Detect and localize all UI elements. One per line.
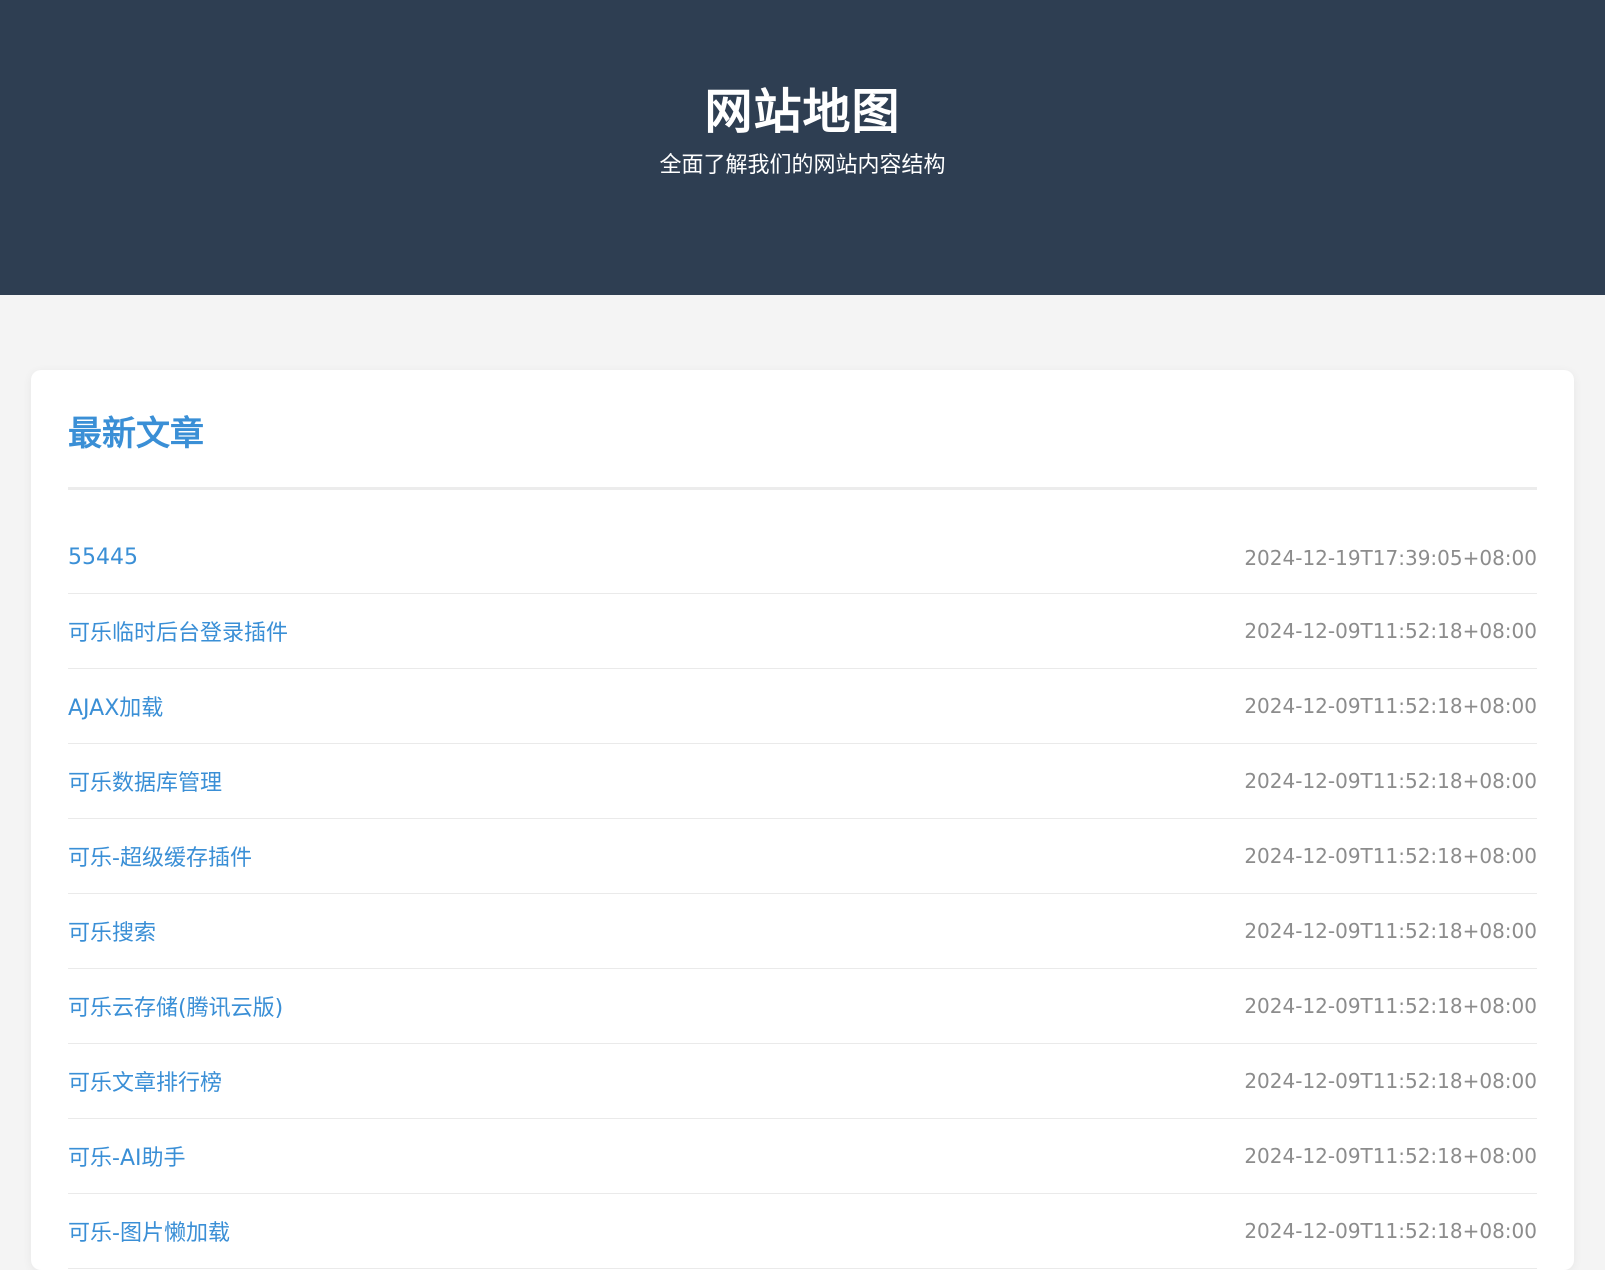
article-list: 55445 2024-12-19T17:39:05+08:00 可乐临时后台登录…: [68, 522, 1537, 1269]
article-link[interactable]: 可乐-AI助手: [68, 1140, 185, 1172]
article-link[interactable]: 可乐文章排行榜: [68, 1065, 222, 1097]
article-link[interactable]: 可乐搜索: [68, 915, 156, 947]
article-date: 2024-12-09T11:52:18+08:00: [1244, 994, 1537, 1018]
article-link[interactable]: 可乐数据库管理: [68, 765, 222, 797]
article-link[interactable]: AJAX加载: [68, 690, 163, 722]
article-link[interactable]: 55445: [68, 545, 138, 570]
article-date: 2024-12-09T11:52:18+08:00: [1244, 694, 1537, 718]
section-divider: [68, 487, 1537, 490]
article-date: 2024-12-09T11:52:18+08:00: [1244, 844, 1537, 868]
list-item: 可乐搜索 2024-12-09T11:52:18+08:00: [68, 894, 1537, 969]
article-link[interactable]: 可乐临时后台登录插件: [68, 615, 288, 647]
list-item: 55445 2024-12-19T17:39:05+08:00: [68, 522, 1537, 594]
article-date: 2024-12-09T11:52:18+08:00: [1244, 619, 1537, 643]
page-title: 网站地图: [704, 84, 901, 141]
page-subtitle: 全面了解我们的网站内容结构: [659, 153, 946, 178]
section-title: 最新文章: [68, 414, 204, 454]
article-date: 2024-12-19T17:39:05+08:00: [1244, 545, 1537, 570]
article-link[interactable]: 可乐-图片懒加载: [68, 1215, 230, 1247]
list-item: 可乐文章排行榜 2024-12-09T11:52:18+08:00: [68, 1044, 1537, 1119]
article-link[interactable]: 可乐云存储(腾讯云版): [68, 990, 283, 1022]
article-date: 2024-12-09T11:52:18+08:00: [1244, 769, 1537, 793]
list-item: AJAX加载 2024-12-09T11:52:18+08:00: [68, 669, 1537, 744]
article-date: 2024-12-09T11:52:18+08:00: [1244, 1144, 1537, 1168]
list-item: 可乐数据库管理 2024-12-09T11:52:18+08:00: [68, 744, 1537, 819]
list-item: 可乐云存储(腾讯云版) 2024-12-09T11:52:18+08:00: [68, 969, 1537, 1044]
article-date: 2024-12-09T11:52:18+08:00: [1244, 919, 1537, 943]
article-date: 2024-12-09T11:52:18+08:00: [1244, 1069, 1537, 1093]
list-item: 可乐-AI助手 2024-12-09T11:52:18+08:00: [68, 1119, 1537, 1194]
latest-articles-card: 最新文章 55445 2024-12-19T17:39:05+08:00 可乐临…: [31, 370, 1574, 1270]
list-item: 可乐临时后台登录插件 2024-12-09T11:52:18+08:00: [68, 594, 1537, 669]
site-header: 网站地图 全面了解我们的网站内容结构: [0, 0, 1605, 295]
list-item: 可乐-图片懒加载 2024-12-09T11:52:18+08:00: [68, 1194, 1537, 1269]
article-link[interactable]: 可乐-超级缓存插件: [68, 840, 252, 872]
article-date: 2024-12-09T11:52:18+08:00: [1244, 1219, 1537, 1243]
list-item: 可乐-超级缓存插件 2024-12-09T11:52:18+08:00: [68, 819, 1537, 894]
